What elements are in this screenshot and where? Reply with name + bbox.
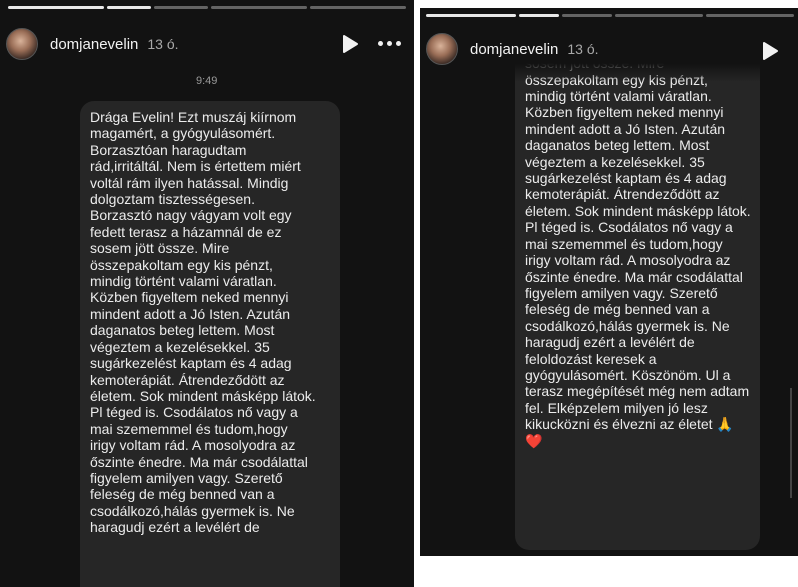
message-line: rád,irritáltál. Nem is értettem miért xyxy=(90,158,301,175)
message-line: őszinte énedre. Ma már csodálattal xyxy=(90,453,308,470)
story-panel-right: dolgoztam tisztességesen.Borzasztó nagy … xyxy=(420,8,798,556)
message-line: csodálkozó,hálás gyermek is. Ne xyxy=(525,317,730,334)
message-line: terasz megépítését még nem adtam xyxy=(525,383,750,400)
message-line: mindig történt valami váratlan. xyxy=(525,88,712,105)
message-line: végeztem a kezelésekkel. 35 xyxy=(525,153,705,170)
message-line: feleség de még benned van a xyxy=(90,486,275,503)
progress-segment xyxy=(562,14,612,17)
time-ago: 13 ó. xyxy=(567,41,599,57)
message-line: Pl téged is. Csodálatos nő vagy a xyxy=(525,219,733,236)
message-line: Borzasztóan haragudtam xyxy=(90,141,247,158)
message-line: őszinte énedre. Ma már csodálattal xyxy=(525,268,743,285)
message-line: mindent adott a Jó Isten. Azután xyxy=(90,305,291,322)
message-line: Borzasztó nagy vágyam volt egy xyxy=(90,207,292,224)
progress-segment xyxy=(519,14,559,17)
message-line: kemoterápiát. Átrendeződött az xyxy=(90,371,285,388)
message-line: irigy voltam rád. A mosolyodra az xyxy=(525,252,731,269)
progress-segment xyxy=(154,6,208,9)
message-line: magamért, a gyógyulásomért. xyxy=(90,125,276,142)
message-line: feleség de még benned van a xyxy=(525,301,710,318)
message-line: életem. Sok mindent másképp látok. xyxy=(90,387,316,404)
play-icon[interactable] xyxy=(340,34,360,54)
message-line: figyelem amilyen vagy. Szerető xyxy=(90,469,283,486)
message-timestamp: 9:49 xyxy=(196,75,218,87)
scrollbar[interactable] xyxy=(790,388,792,498)
progress-segment xyxy=(310,6,406,9)
message-line: összepakoltam egy kis pénzt, xyxy=(90,256,273,273)
message-line: kikucközni és élvezni az életet 🙏 xyxy=(525,416,734,433)
progress-segment xyxy=(211,6,307,9)
message-line: Pl téged is. Csodálatos nő vagy a xyxy=(90,404,298,421)
message-line: feloldozást keresek a xyxy=(525,350,657,367)
message-line: haragudj ezért a levélért de xyxy=(525,334,695,351)
message-bubble: dolgoztam tisztességesen.Borzasztó nagy … xyxy=(515,8,760,550)
username[interactable]: domjanevelin xyxy=(50,36,138,53)
story-panel-left: domjanevelin 13 ó. 9:49 Drága Evelin! Ez… xyxy=(0,0,414,587)
story-progress-bars xyxy=(8,6,406,9)
story-header: domjanevelin 13 ó. xyxy=(426,33,599,65)
message-line: végeztem a kezelésekkel. 35 xyxy=(90,338,270,355)
message-line: haragudj ezért a levélért de xyxy=(90,519,260,536)
avatar[interactable] xyxy=(426,33,458,65)
username[interactable]: domjanevelin xyxy=(470,41,558,58)
message-line: daganatos beteg lettem. Most xyxy=(525,137,710,154)
story-progress-bars xyxy=(426,14,794,17)
play-icon[interactable] xyxy=(760,41,780,61)
message-line: kemoterápiát. Átrendeződött az xyxy=(525,186,720,203)
message-line: sugárkezelést kaptam és 4 adag xyxy=(90,355,292,372)
message-line: fel. Elképzelem milyen jó lesz xyxy=(525,399,708,416)
message-line: sosem jött össze. Mire xyxy=(90,240,230,257)
avatar[interactable] xyxy=(6,28,38,60)
time-ago: 13 ó. xyxy=(147,36,179,52)
message-bubble: Drága Evelin! Ezt muszáj kiírnom magamért… xyxy=(80,101,340,587)
message-line: fedett terasz a házamnál de ez xyxy=(90,223,282,240)
message-line: mai szememmel és tudom,hogy xyxy=(90,420,288,437)
message-line: mindent adott a Jó Isten. Azután xyxy=(525,120,726,137)
message-line: gyógyulásomért. Köszönöm. Ul a xyxy=(525,366,731,383)
progress-segment xyxy=(706,14,794,17)
message-line: sugárkezelést kaptam és 4 adag xyxy=(525,170,727,187)
progress-segment xyxy=(107,6,151,9)
message-line: figyelem amilyen vagy. Szerető xyxy=(525,284,718,301)
progress-segment xyxy=(8,6,104,9)
message-line: csodálkozó,hálás gyermek is. Ne xyxy=(90,502,295,519)
message-line: Közben figyeltem neked mennyi xyxy=(90,289,289,306)
message-line: voltál rám ilyen hatással. Mindig xyxy=(90,174,289,191)
message-line: mai szememmel és tudom,hogy xyxy=(525,235,723,252)
message-line: Drága Evelin! Ezt muszáj kiírnom xyxy=(90,109,297,125)
progress-segment xyxy=(426,14,516,17)
message-line: életem. Sok mindent másképp látok. xyxy=(525,202,751,219)
message-line: ❤️ xyxy=(525,432,543,449)
more-options-icon[interactable] xyxy=(378,41,401,46)
message-line: mindig történt valami váratlan. xyxy=(90,273,277,290)
message-line: daganatos beteg lettem. Most xyxy=(90,322,275,339)
story-header: domjanevelin 13 ó. xyxy=(6,28,179,60)
message-line: dolgoztam tisztességesen. xyxy=(90,191,255,208)
progress-segment xyxy=(615,14,703,17)
message-line: irigy voltam rád. A mosolyodra az xyxy=(90,437,296,454)
message-line: Közben figyeltem neked mennyi xyxy=(525,104,724,121)
